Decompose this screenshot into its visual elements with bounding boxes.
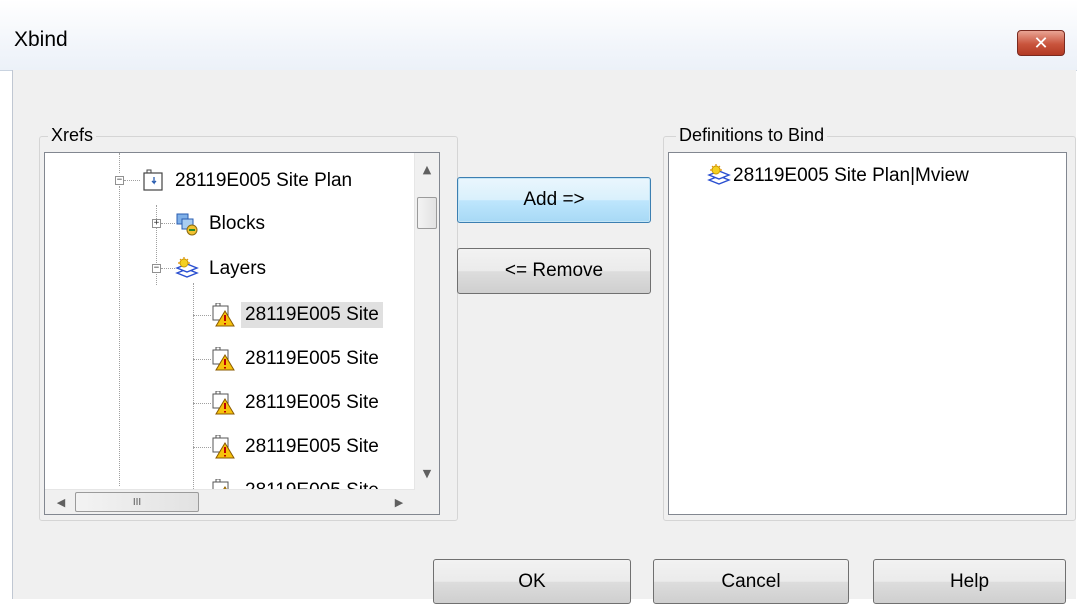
tree-item-layer[interactable]: 28119E005 Site (211, 432, 383, 462)
tree-item-layer[interactable]: 28119E005 Site (211, 344, 383, 374)
tree-line (124, 180, 140, 181)
xbind-dialog: Xbind ✕ Xrefs − 28119E005 Site Plan + Bl… (0, 0, 1077, 604)
scroll-left-button[interactable]: ◀ (49, 490, 73, 514)
tree-item-layers[interactable]: Layers (175, 254, 270, 284)
blocks-icon (175, 212, 199, 236)
definitions-list[interactable]: 28119E005 Site Plan|Mview (668, 152, 1067, 515)
expand-toggle[interactable]: + (152, 219, 161, 228)
ok-button[interactable]: OK (433, 559, 631, 604)
tree-line (161, 223, 175, 224)
arrow-up-icon: ▲ (422, 162, 432, 176)
tree-item-label: 28119E005 Site (245, 436, 379, 457)
definition-item-label: 28119E005 Site Plan|Mview (733, 165, 969, 186)
tree-line (161, 268, 175, 269)
tree-item-xref-root[interactable]: 28119E005 Site Plan (141, 166, 356, 196)
scroll-grip-icon: III (132, 496, 142, 508)
arrow-left-icon: ◀ (56, 495, 66, 509)
close-button[interactable]: ✕ (1017, 30, 1065, 56)
arrow-right-icon: ▶ (394, 495, 404, 509)
cancel-button[interactable]: Cancel (653, 559, 849, 604)
tree-line (193, 315, 211, 316)
tree-item-label: 28119E005 Site Plan (175, 170, 353, 191)
tree-item-blocks[interactable]: Blocks (175, 209, 269, 239)
tree-line (119, 153, 120, 173)
tree-item-layer[interactable]: 28119E005 Site (211, 388, 383, 418)
tree-item-layer[interactable]: 28119E005 Site (211, 300, 383, 330)
xrefs-group-label: Xrefs (48, 125, 97, 146)
horizontal-scrollbar[interactable]: ◀ III ▶ (45, 489, 415, 514)
tree-line (119, 186, 120, 486)
tree-item-label: 28119E005 Site (245, 348, 379, 369)
layers-icon (707, 164, 731, 188)
vertical-scroll-thumb[interactable] (417, 197, 437, 229)
layer-warning-icon (211, 434, 235, 459)
tree-item-label: 28119E005 Site (241, 302, 383, 328)
help-button[interactable]: Help (873, 559, 1066, 604)
collapse-toggle[interactable]: − (115, 176, 124, 185)
scrollbar-corner (415, 490, 439, 514)
vertical-scrollbar[interactable]: ▲ ▼ (414, 153, 439, 490)
window-title: Xbind (14, 28, 68, 51)
tree-line (193, 359, 211, 360)
arrow-down-icon: ▼ (422, 466, 432, 480)
layer-warning-icon (211, 390, 235, 415)
title-bar[interactable]: Xbind ✕ (0, 0, 1077, 71)
scroll-up-button[interactable]: ▲ (415, 157, 439, 181)
xrefs-tree[interactable]: − 28119E005 Site Plan + Blocks − Layers … (44, 152, 440, 515)
xref-drawing-icon (141, 169, 165, 193)
layers-icon (175, 257, 199, 281)
tree-line (193, 447, 211, 448)
tree-item-label: Layers (209, 258, 267, 279)
definition-item[interactable]: 28119E005 Site Plan|Mview (707, 161, 969, 191)
tree-line (193, 403, 211, 404)
remove-button[interactable]: <= Remove (457, 248, 651, 294)
scroll-down-button[interactable]: ▼ (415, 461, 439, 485)
layer-warning-icon (211, 302, 235, 327)
definitions-group-label: Definitions to Bind (676, 125, 828, 146)
dialog-body: Xrefs − 28119E005 Site Plan + Blocks − L… (12, 70, 1076, 604)
layer-warning-icon (211, 346, 235, 371)
close-icon: ✕ (1033, 32, 1049, 54)
add-button[interactable]: Add => (457, 177, 651, 223)
collapse-toggle[interactable]: − (152, 264, 161, 273)
tree-line (156, 205, 157, 285)
tree-item-label: 28119E005 Site (245, 392, 379, 413)
tree-item-label: Blocks (209, 213, 265, 234)
horizontal-scroll-thumb[interactable]: III (75, 492, 199, 512)
scroll-right-button[interactable]: ▶ (387, 490, 411, 514)
